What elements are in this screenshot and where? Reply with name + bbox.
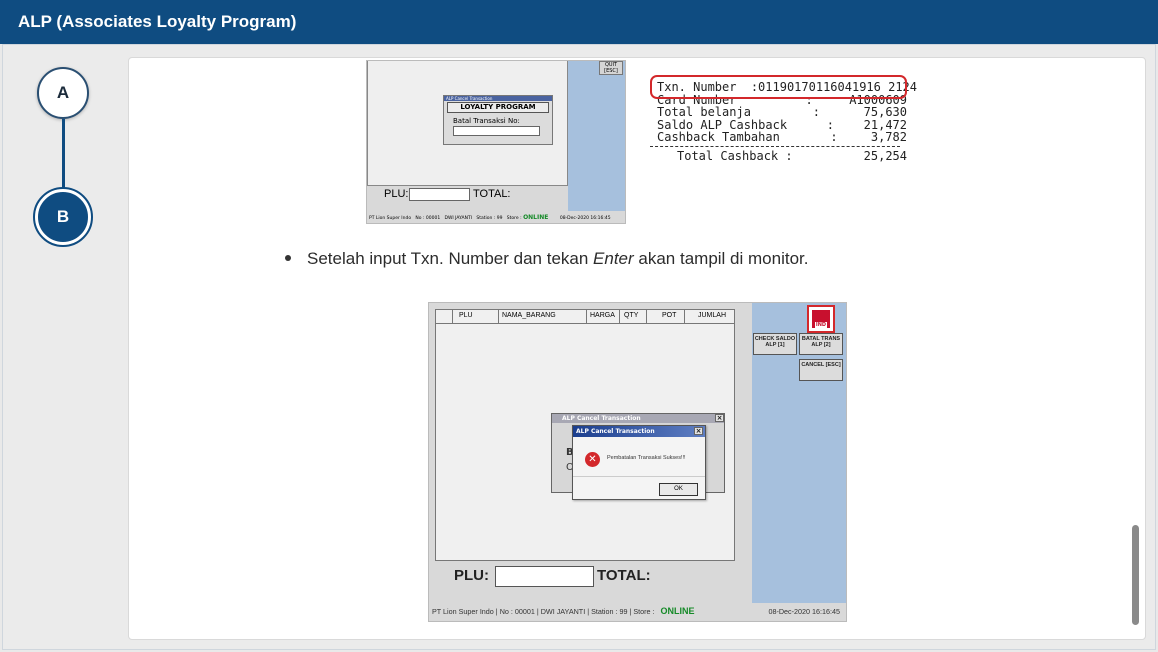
receipt-divider bbox=[650, 145, 900, 147]
dialog-titlebar: ALP Cancel Transaction × bbox=[573, 426, 705, 437]
alp-cancel-success-dialog: ALP Cancel Transaction × ✕ Pembatalan Tra… bbox=[572, 425, 706, 500]
error-icon: ✕ bbox=[585, 452, 600, 467]
status-user: DWI JAYANTI bbox=[444, 216, 473, 221]
instruction-post: akan tampil di monitor. bbox=[633, 249, 809, 268]
step-connector bbox=[62, 119, 65, 189]
cancel-esc-button: CANCEL [ESC] bbox=[799, 359, 843, 381]
instruction-text: Setelah input Txn. Number dan tekan Ente… bbox=[285, 249, 808, 269]
cancel-no-label: Batal Transaksi No: bbox=[453, 117, 520, 125]
total-label: TOTAL: bbox=[597, 567, 651, 584]
total-label: TOTAL: bbox=[473, 188, 511, 200]
status-bar: PT Lion Super Indo | No : 00001 | DWI JA… bbox=[429, 603, 846, 621]
status-datetime: 08-Dec-2020 16:16:45 bbox=[768, 607, 840, 616]
txn-number-highlight bbox=[650, 75, 907, 99]
pos-screenshot-2: PLU NAMA_BARANG HARGA QTY POT JUMLAH PLU… bbox=[428, 302, 847, 622]
ok-button: OK bbox=[659, 483, 698, 496]
dialog-titlebar: ALP Cancel Transaction × bbox=[552, 414, 724, 423]
dialog-titlebar: ALP Cancel Transaction bbox=[444, 96, 552, 101]
pos-sidebar: IND CHECK SALDO ALP [1] BATAL TRANS ALP … bbox=[752, 303, 846, 603]
dialog-message: Pembatalan Transaksi Sukses!!! bbox=[607, 455, 686, 461]
cancel-no-input bbox=[453, 126, 540, 136]
bullet-dot bbox=[285, 254, 291, 261]
status-company: PT Lion Super Indo bbox=[432, 607, 494, 616]
col-pot: POT bbox=[662, 312, 677, 319]
status-no: No : 00001 bbox=[415, 216, 441, 221]
status-online: ONLINE bbox=[523, 214, 549, 221]
status-datetime: 08-Dec-2020 16:16:45 bbox=[559, 216, 611, 221]
plu-input bbox=[495, 566, 594, 587]
batal-trans-alp-button: BATAL TRANS ALP [2] bbox=[799, 333, 843, 355]
table-header: PLU NAMA_BARANG HARGA QTY POT JUMLAH bbox=[436, 310, 734, 324]
quit-esc-button: QUIT [ESC] bbox=[599, 61, 623, 75]
content-card: QUIT [ESC] ALP Cancel Transaction LOYALT… bbox=[128, 57, 1146, 640]
receipt-row: Cashback Tambahan : 3,782 bbox=[657, 130, 907, 144]
instruction-emphasis: Enter bbox=[593, 249, 634, 268]
close-icon: × bbox=[694, 427, 703, 435]
receipt-total-row: Total Cashback : 25,254 bbox=[677, 148, 907, 163]
plu-label: PLU: bbox=[384, 188, 409, 200]
status-company: PT Lion Super Indo bbox=[369, 216, 412, 221]
logo-text: IND bbox=[814, 322, 828, 328]
page-title: ALP (Associates Loyalty Program) bbox=[18, 12, 297, 31]
receipt-row: Total belanja : 75,630 bbox=[657, 105, 907, 119]
status-station: Station : 99 bbox=[476, 216, 503, 221]
step-b-button[interactable]: B bbox=[33, 187, 93, 247]
col-harga: HARGA bbox=[590, 312, 615, 319]
close-icon: × bbox=[715, 414, 724, 422]
check-saldo-alp-button: CHECK SALDO ALP [1] bbox=[753, 333, 797, 355]
loyalty-dialog: ALP Cancel Transaction LOYALTY PROGRAM B… bbox=[443, 95, 553, 145]
status-user: DWI JAYANTI bbox=[540, 607, 586, 616]
status-online: ONLINE bbox=[660, 606, 695, 616]
col-plu: PLU bbox=[459, 312, 473, 319]
dialog-divider bbox=[573, 476, 705, 477]
instruction-pre: Setelah input Txn. Number dan tekan bbox=[307, 249, 594, 268]
plu-input bbox=[409, 188, 470, 201]
col-jumlah: JUMLAH bbox=[698, 312, 727, 319]
scrollbar-thumb[interactable] bbox=[1132, 525, 1139, 625]
superindo-logo: IND bbox=[807, 305, 835, 333]
step-a-button[interactable]: A bbox=[37, 67, 89, 119]
app-header: ALP (Associates Loyalty Program) bbox=[0, 0, 1158, 44]
status-bar: PT Lion Super Indo No : 00001 DWI JAYANT… bbox=[367, 211, 625, 223]
status-no: No : 00001 bbox=[499, 607, 535, 616]
col-qty: QTY bbox=[624, 312, 639, 319]
status-store: Store : bbox=[633, 607, 655, 616]
receipt: Txn. Number :01190170116041916 2124 Card… bbox=[645, 72, 917, 162]
pos-screenshot-1: QUIT [ESC] ALP Cancel Transaction LOYALT… bbox=[366, 60, 626, 224]
logo-mark: IND bbox=[812, 310, 830, 328]
dialog-header: LOYALTY PROGRAM bbox=[447, 102, 549, 113]
status-store: Store : bbox=[506, 216, 522, 221]
status-station: Station : 99 bbox=[591, 607, 628, 616]
col-nama-barang: NAMA_BARANG bbox=[502, 312, 556, 319]
plu-label: PLU: bbox=[454, 567, 489, 584]
